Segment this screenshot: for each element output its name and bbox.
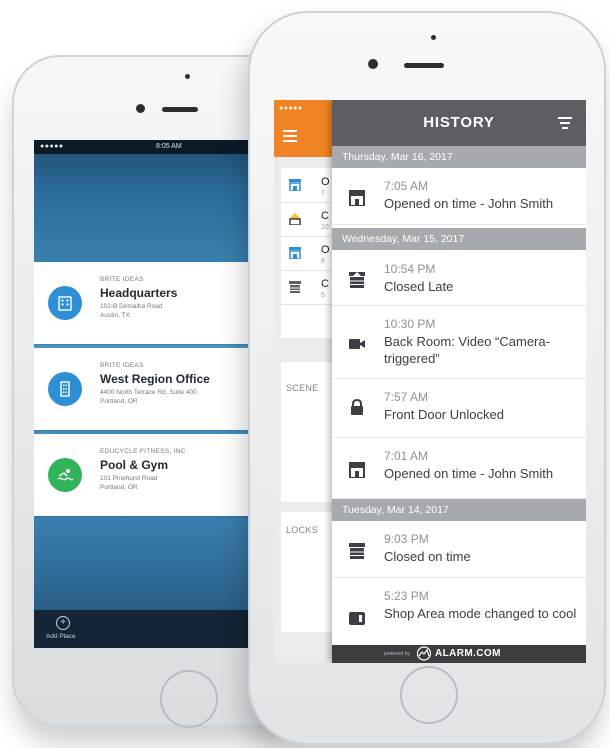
date-header: Wednesday, Mar 15, 2017 [332, 228, 586, 250]
front-camera [136, 104, 145, 113]
item-subtitle: 7 [321, 190, 325, 197]
history-item[interactable]: 5:23 PM Shop Area mode changed to cool [332, 578, 586, 645]
item-subtitle: 10 [321, 224, 329, 231]
history-item[interactable]: 10:54 PM Closed Late [332, 250, 586, 306]
event-time: 7:57 AM [384, 390, 429, 404]
page-title: HISTORY [423, 114, 495, 131]
back-phone-screen: ●●●●● 8:05 AM BRITE IDEAS Headquarters 1… [34, 140, 280, 648]
event-time: 10:54 PM [384, 262, 436, 276]
locks-label: LOCKS [286, 525, 319, 535]
event-text: Closed on time [384, 549, 471, 564]
site-city: Portland, OR [100, 484, 138, 491]
site-name: West Region Office [100, 372, 210, 386]
history-item[interactable]: 9:03 PM Closed on time [332, 521, 586, 578]
site-name: Pool & Gym [100, 458, 169, 472]
swimmer-icon [48, 458, 82, 492]
event-text: Back Room: Video “Camera-triggered” [384, 334, 550, 366]
office-building-icon [48, 286, 82, 320]
filter-icon[interactable] [558, 117, 572, 132]
front-phone-screen: ●●●●● O 7 C 10 O 8 C 5 SCENE LOCKS HISTO… [274, 100, 586, 663]
storefront-icon [349, 462, 365, 478]
storefront-icon [289, 179, 301, 191]
menu-icon[interactable] [283, 130, 297, 145]
event-text: Opened on time - John Smith [384, 196, 554, 211]
home-button[interactable] [160, 670, 218, 728]
item-title: C [321, 278, 329, 290]
date-header: Thursday, Mar 16, 2017 [332, 146, 586, 168]
late-storefront-icon [349, 272, 365, 288]
event-text: Front Door Unlocked [384, 407, 504, 422]
signal-indicator: ●●●●● [40, 143, 64, 150]
site-address: 102-B Demalha Road [100, 303, 163, 310]
history-item[interactable]: 7:05 AM Opened on time - John Smith [332, 168, 586, 225]
office-tower-icon [48, 372, 82, 406]
signal-indicator: ●●●●● [279, 105, 303, 112]
history-item[interactable]: 7:01 AM Opened on time - John Smith [332, 438, 586, 499]
earpiece-speaker [404, 63, 444, 68]
site-card-west-region-office[interactable]: BRITE IDEAS West Region Office 4400 Nort… [34, 348, 280, 430]
event-time: 7:05 AM [384, 179, 429, 193]
site-company: EDUCYCLE FITNESS, INC [100, 448, 186, 455]
alarm-com-logo [416, 646, 432, 661]
item-subtitle: 5 [321, 292, 325, 299]
event-text: Shop Area mode changed to cool [384, 606, 577, 621]
front-camera [368, 59, 378, 69]
storefront-icon [289, 247, 301, 259]
site-name: Headquarters [100, 286, 178, 300]
site-address: 4400 North Terrace Rd, Suite 400 [100, 389, 197, 396]
app-header: ●●●●● [274, 100, 334, 157]
storefront-icon [349, 190, 365, 206]
home-button[interactable] [400, 666, 458, 724]
closed-storefront-icon [349, 543, 365, 559]
bottom-bar: + Add Place [34, 610, 280, 648]
warning-storefront-icon [289, 213, 301, 225]
event-text: Opened on time - John Smith [384, 466, 554, 481]
scenes-label: SCENE [286, 383, 319, 393]
item-title: O [321, 176, 330, 188]
item-title: C [321, 210, 329, 222]
history-item[interactable]: 10:30 PM Back Room: Video “Camera-trigge… [332, 306, 586, 379]
thermostat-icon [349, 612, 365, 625]
site-company: BRITE IDEAS [100, 276, 144, 283]
footer: powered by ALARM.COM [332, 645, 586, 663]
history-header: HISTORY [332, 100, 586, 146]
item-title: O [321, 244, 330, 256]
site-address: 101 Pinehurst Road [100, 475, 158, 482]
event-time: 7:01 AM [384, 449, 429, 463]
proximity-sensor [185, 74, 190, 79]
earpiece-speaker [162, 107, 198, 112]
site-card-pool-gym[interactable]: EDUCYCLE FITNESS, INC Pool & Gym 101 Pin… [34, 434, 280, 516]
site-card-headquarters[interactable]: BRITE IDEAS Headquarters 102-B Demalha R… [34, 262, 280, 344]
event-time: 9:03 PM [384, 532, 429, 546]
item-subtitle: 8 [321, 258, 325, 265]
powered-by-label: powered by [384, 651, 410, 657]
site-city: Portland, OR [100, 398, 138, 405]
brand-name: ALARM.COM [435, 648, 501, 659]
event-time: 10:30 PM [384, 317, 436, 331]
date-header: Tuesday, Mar 14, 2017 [332, 499, 586, 521]
proximity-sensor [431, 35, 436, 40]
event-time: 5:23 PM [384, 589, 429, 603]
event-text: Closed Late [384, 279, 454, 294]
video-camera-icon [349, 339, 365, 349]
closed-storefront-icon [289, 281, 301, 293]
site-city: Austin, TX [100, 312, 130, 319]
lock-icon [351, 399, 363, 415]
add-place-label[interactable]: Add Place [46, 633, 76, 640]
add-place-icon[interactable]: + [56, 616, 70, 630]
status-bar: ●●●●● 8:05 AM [34, 140, 280, 154]
status-time: 8:05 AM [156, 143, 182, 150]
history-drawer: HISTORY Thursday, Mar 16, 2017 7:05 AM O… [332, 100, 586, 663]
history-item[interactable]: 7:57 AM Front Door Unlocked [332, 379, 586, 438]
site-company: BRITE IDEAS [100, 362, 144, 369]
